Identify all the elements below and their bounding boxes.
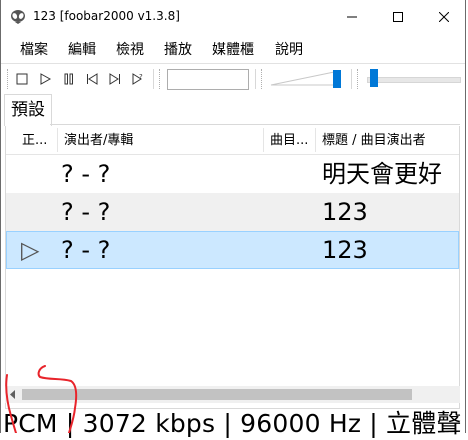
menu-file[interactable]: 檔案 <box>20 39 48 59</box>
menu-help[interactable]: 說明 <box>275 39 303 59</box>
title-cell: 123 <box>322 236 368 264</box>
toolbar-grip[interactable] <box>159 69 162 89</box>
maximize-button[interactable] <box>375 0 421 34</box>
horizontal-scrollbar[interactable] <box>5 386 460 403</box>
column-header: 正... 演出者/專輯 曲目... 標題 / 曲目演出者 <box>6 126 459 155</box>
playing-cell <box>22 155 52 193</box>
menu-view[interactable]: 檢視 <box>116 39 144 59</box>
seek-slider[interactable] <box>367 77 461 83</box>
playlist-tabs: 預設 <box>1 94 465 126</box>
maximize-icon <box>393 12 403 22</box>
stop-icon[interactable] <box>15 72 29 86</box>
title-cell: 明天會更好 <box>322 160 442 188</box>
column-artist-album[interactable]: 演出者/專輯 <box>58 126 263 154</box>
volume-slider[interactable] <box>269 68 345 90</box>
playlist-row[interactable]: ? - ? 明天會更好 <box>6 155 459 193</box>
playlist-row-selected[interactable]: ▷ ? - ? 123 <box>6 231 459 269</box>
minimize-button[interactable] <box>329 0 375 34</box>
menu-library[interactable]: 媒體櫃 <box>212 39 254 59</box>
menu-playback[interactable]: 播放 <box>164 39 192 59</box>
scroll-left-icon[interactable] <box>9 390 17 399</box>
previous-icon[interactable] <box>85 72 99 86</box>
toolbar-grip[interactable] <box>7 69 10 89</box>
window-title: 123 [foobar2000 v1.3.8] <box>33 9 180 23</box>
play-icon[interactable] <box>38 72 52 86</box>
toolbar-grip[interactable] <box>261 69 264 89</box>
foobar-window: 123 [foobar2000 v1.3.8] 檔案 編輯 檢視 播放 媒體櫃 … <box>0 0 466 438</box>
now-playing-icon: ▷ <box>21 236 40 264</box>
menu-edit[interactable]: 編輯 <box>68 39 96 59</box>
random-icon[interactable]: ? <box>131 72 145 86</box>
close-button[interactable] <box>421 0 467 34</box>
title-bar[interactable]: 123 [foobar2000 v1.3.8] <box>1 0 465 34</box>
playlist-row[interactable]: ? - ? 123 <box>6 193 459 231</box>
close-icon <box>439 12 449 22</box>
artist-album-cell: ? - ? <box>61 236 111 264</box>
seek-thumb[interactable] <box>370 69 378 87</box>
artist-album-cell: ? - ? <box>61 198 111 226</box>
pause-icon[interactable] <box>62 72 76 86</box>
scroll-thumb[interactable] <box>22 389 412 400</box>
playlist-view[interactable]: 正... 演出者/專輯 曲目... 標題 / 曲目演出者 ? - ? 明天會更好… <box>5 126 460 409</box>
column-playing[interactable]: 正... <box>16 126 58 154</box>
volume-thumb[interactable] <box>333 70 341 88</box>
column-title[interactable]: 標題 / 曲目演出者 <box>316 126 459 154</box>
artist-album-cell: ? - ? <box>61 160 111 188</box>
title-cell: 123 <box>322 198 368 226</box>
toolbar: ? <box>1 63 465 94</box>
minimize-icon <box>347 16 357 18</box>
alien-icon <box>11 10 25 24</box>
svg-text:?: ? <box>139 73 143 81</box>
track-cell <box>266 193 311 231</box>
track-cell <box>266 231 311 269</box>
column-track[interactable]: 曲目... <box>264 126 314 154</box>
next-icon[interactable] <box>108 72 122 86</box>
toolbar-grip[interactable] <box>357 69 360 89</box>
playing-cell <box>22 193 52 231</box>
seek-display[interactable] <box>167 69 249 90</box>
menu-bar: 檔案 編輯 檢視 播放 媒體櫃 說明 <box>1 34 465 62</box>
tab-default[interactable]: 預設 <box>4 94 52 126</box>
track-cell <box>266 155 311 193</box>
status-bar: PCM | 3072 kbps | 96000 Hz | 立體聲 <box>3 409 462 438</box>
